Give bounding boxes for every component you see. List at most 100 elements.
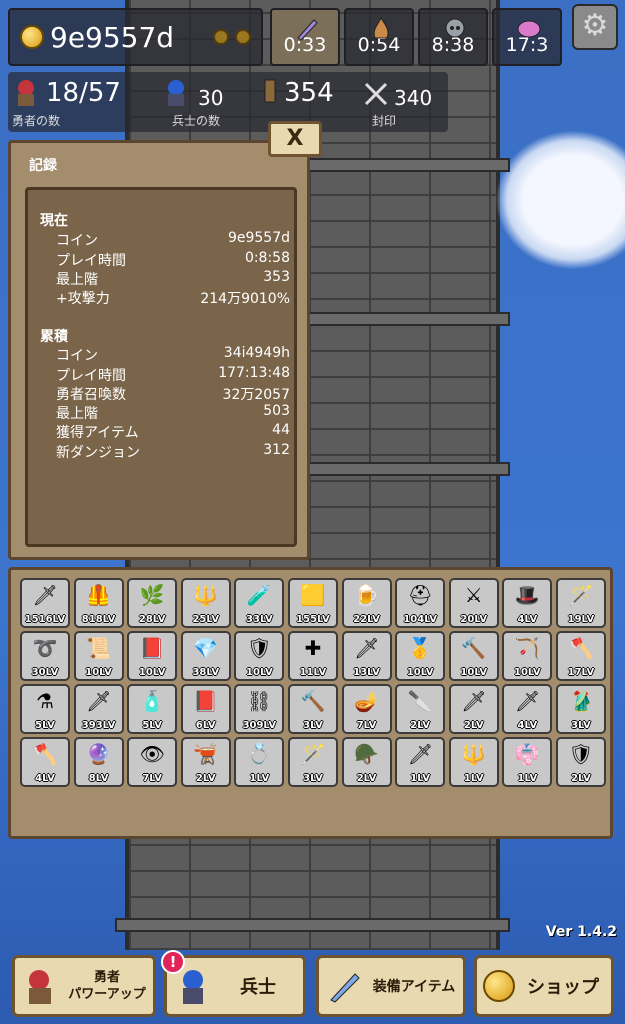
- beer-icon: 🍺: [354, 583, 380, 607]
- equipment-slot[interactable]: 🎩 4LV: [502, 578, 553, 628]
- equipment-slot[interactable]: 🪓 4LV: [20, 737, 70, 787]
- equipment-slot[interactable]: 👘 1LV: [502, 737, 553, 787]
- equipment-slot[interactable]: 🌿 28LV: [127, 578, 178, 628]
- item-level: 5LV: [142, 720, 163, 731]
- hero-icon: [29, 970, 51, 1004]
- equipment-slot[interactable]: 🗡 4LV: [502, 684, 553, 734]
- soldiers-label: 兵士の数: [172, 114, 221, 128]
- equipment-slot[interactable]: 🗡 1LV: [395, 737, 446, 787]
- bottle-icon: 🧴: [139, 689, 165, 713]
- coin-value: 9e9557d: [50, 20, 175, 54]
- equipment-slot[interactable]: 🗡 1516LV: [20, 578, 70, 628]
- gold-block-icon: 🟨: [300, 583, 326, 607]
- record-row: 最上階 503: [56, 403, 290, 423]
- record-label: 最上階: [56, 406, 98, 422]
- shop-button[interactable]: ショップ: [474, 955, 614, 1017]
- whip-icon: ➰: [32, 636, 58, 660]
- item-level: 30LV: [31, 667, 59, 678]
- equipment-slot[interactable]: 🪄 3LV: [287, 737, 338, 787]
- equipment-slot[interactable]: ➰ 30LV: [20, 631, 70, 681]
- item-level: 10LV: [514, 667, 541, 678]
- robe-icon: 🥻: [568, 689, 594, 713]
- equipment-slot[interactable]: 🍺 22LV: [341, 578, 392, 628]
- helmet-icon: ⛑: [407, 583, 433, 607]
- heroes-label: 勇者の数: [12, 114, 61, 128]
- equipment-slot[interactable]: 🔨 10LV: [448, 631, 499, 681]
- equipment-slot[interactable]: 🗡 13LV: [341, 631, 392, 681]
- equipment-slot[interactable]: 🟨 155LV: [287, 578, 338, 628]
- equipment-slot[interactable]: 🔱 25LV: [180, 578, 231, 628]
- blade-icon: 🔪: [407, 689, 433, 713]
- skull-timer[interactable]: 8:38: [418, 8, 488, 66]
- equipment-slot[interactable]: ⚔ 20LV: [448, 578, 499, 628]
- ring-icon: 💍: [246, 742, 272, 766]
- equipment-slot[interactable]: 🛡 10LV: [234, 631, 285, 681]
- equipment-slot[interactable]: 🔮 8LV: [73, 737, 124, 787]
- hero-powerup-label-1: 勇者: [93, 970, 120, 985]
- flame-timer[interactable]: 0:54: [344, 8, 414, 66]
- item-level: 2LV: [195, 773, 216, 784]
- equipment-slot[interactable]: 🗡 393LV: [73, 684, 124, 734]
- equipment-slot[interactable]: 🪖 2LV: [341, 737, 392, 787]
- item-level: 1LV: [517, 773, 538, 784]
- equipment-slot[interactable]: 🏹 10LV: [502, 631, 553, 681]
- item-level: 3LV: [303, 773, 323, 784]
- record-value: 0:8:58: [244, 250, 290, 266]
- gem-timer-icon: [517, 20, 541, 38]
- tower-ledge: [115, 918, 510, 932]
- sword-icon: ⚔: [464, 583, 483, 607]
- coin-icon: [483, 970, 515, 1002]
- seal-label: 封印: [372, 114, 397, 128]
- equipment-slot[interactable]: 🪓 17LV: [555, 631, 606, 681]
- equipment-slot[interactable]: ⚗ 5LV: [20, 684, 70, 734]
- equipment-slot[interactable]: 🔱 1LV: [448, 737, 499, 787]
- equipment-slot[interactable]: 📕 10LV: [127, 631, 178, 681]
- equipment-slot[interactable]: 👁 7LV: [127, 737, 178, 787]
- soldier-button[interactable]: ! 兵士: [161, 950, 306, 1017]
- item-level: 17LV: [567, 667, 595, 678]
- shop-label: ショップ: [527, 977, 599, 998]
- equipment-slot[interactable]: 🔪 2LV: [395, 684, 446, 734]
- soldier-icon: [168, 80, 184, 106]
- item-level: 1LV: [463, 773, 484, 784]
- equipment-slot[interactable]: 🥇 10LV: [395, 631, 446, 681]
- equipment-slot[interactable]: 🧴 5LV: [127, 684, 178, 734]
- equipment-slot[interactable]: 💎 38LV: [180, 631, 231, 681]
- staff-icon: 🪄: [568, 583, 594, 607]
- equipment-slot[interactable]: 🧪 33LV: [234, 578, 285, 628]
- equipment-slot[interactable]: ✚ 11LV: [287, 631, 338, 681]
- equipment-slot[interactable]: ⛑ 104LV: [395, 578, 446, 628]
- record-label: +攻撃力: [56, 291, 110, 307]
- item-level: 5LV: [35, 720, 55, 731]
- item-level: 13LV: [353, 667, 380, 678]
- potion-icon: 🧪: [246, 583, 272, 607]
- cross-icon: ✚: [304, 636, 322, 660]
- equipment-slot[interactable]: 🥻 3LV: [555, 684, 606, 734]
- equipment-slot[interactable]: 🦺 818LV: [73, 578, 124, 628]
- equipment-slot[interactable]: 📕 6LV: [180, 684, 231, 734]
- settings-gear-icon[interactable]: ⚙: [572, 4, 618, 50]
- equipment-slot[interactable]: 🪔 7LV: [341, 684, 392, 734]
- equipment-slot[interactable]: 🛡 2LV: [555, 737, 606, 787]
- equipment-slot[interactable]: 📜 10LV: [73, 631, 124, 681]
- sword-timer[interactable]: 0:33: [270, 8, 340, 66]
- equipment-slot[interactable]: 🪄 19LV: [555, 578, 606, 628]
- gem-timer[interactable]: 17:3: [492, 8, 562, 66]
- tower-icon: [264, 79, 276, 103]
- equipment-slot[interactable]: 🗡 2LV: [448, 684, 499, 734]
- ice-sword-icon: 🗡: [461, 689, 487, 713]
- item-level: 10LV: [246, 667, 273, 678]
- equipment-slot[interactable]: 🔨 3LV: [287, 684, 338, 734]
- equipment-grid: 🗡 1516LV 🦺 818LV 🌿 28LV 🔱 25LV 🧪 33LV 🟨 155LV 🍺 22LV ⛑…: [20, 578, 606, 787]
- hero-powerup-button[interactable]: 勇者 パワーアップ: [12, 955, 156, 1017]
- record-value: 32万2057: [222, 387, 290, 403]
- crossed-swords-icon: [364, 82, 388, 106]
- close-button[interactable]: X: [268, 121, 322, 157]
- sword-timer-icon: [297, 19, 318, 41]
- equipment-slot[interactable]: ⛓ 309LV: [234, 684, 285, 734]
- equipment-button[interactable]: 装備アイテム: [316, 955, 466, 1017]
- equipment-slot[interactable]: 💍 1LV: [234, 737, 285, 787]
- item-level: 11LV: [299, 667, 327, 678]
- armor-icon: 🦺: [86, 583, 112, 607]
- equipment-slot[interactable]: 🫕 2LV: [180, 737, 231, 787]
